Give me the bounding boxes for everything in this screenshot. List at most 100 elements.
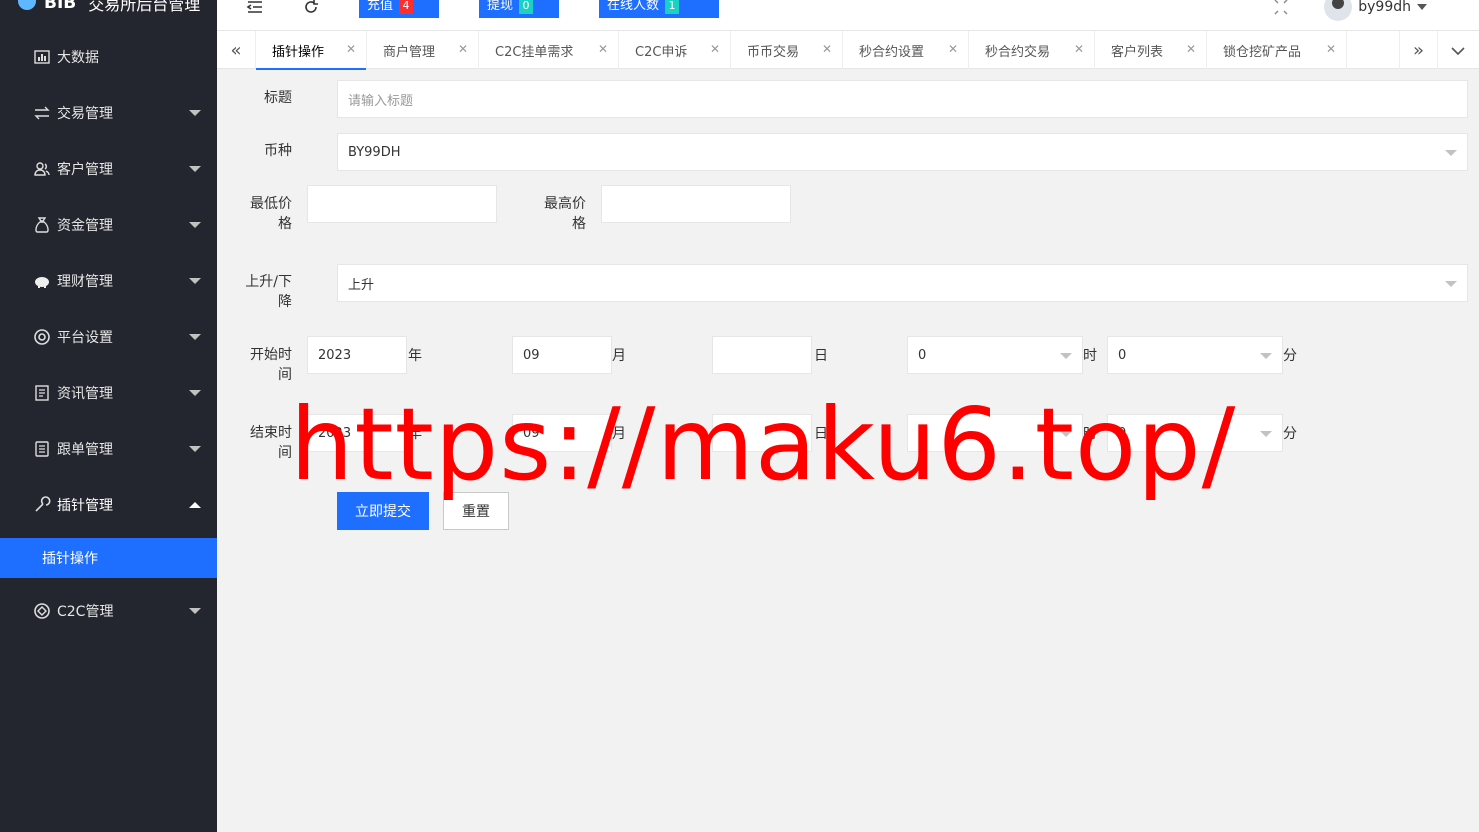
brand-logo: BIB 交易所后台管理	[0, 0, 217, 18]
recharge-button[interactable]: 充值 4	[359, 0, 439, 18]
tab-label: 锁仓挖矿产品	[1223, 44, 1302, 60]
sidebar-item-trade[interactable]: 交易管理	[0, 91, 217, 135]
sidebar-item-wealth[interactable]: 理财管理	[0, 259, 217, 303]
tab-c2c-orders[interactable]: C2C挂单需求 ✕	[479, 31, 619, 69]
online-count-badge: 1	[665, 0, 680, 14]
coin-select[interactable]: BY99DH	[337, 133, 1468, 171]
tab-label: 客户列表	[1111, 44, 1164, 60]
tab-second-contract-settings[interactable]: 秒合约设置 ✕	[843, 31, 969, 69]
close-icon[interactable]: ✕	[1186, 42, 1196, 56]
sidebar-item-news[interactable]: 资讯管理	[0, 371, 217, 415]
chevron-up-icon	[189, 502, 201, 508]
money-bag-icon	[33, 216, 51, 234]
tab-label: 商户管理	[383, 44, 436, 60]
close-icon[interactable]: ✕	[948, 42, 958, 56]
start-time-label: 开始时间	[250, 347, 292, 383]
sidebar-item-label: 资讯管理	[57, 386, 113, 402]
close-icon[interactable]: ✕	[710, 42, 720, 56]
sidebar-item-copy-trade[interactable]: 跟单管理	[0, 427, 217, 471]
close-icon[interactable]: ✕	[346, 42, 356, 56]
tab-label: 秒合约交易	[985, 44, 1051, 60]
user-menu[interactable]: by99dh	[1324, 0, 1427, 21]
start-year-value: 2023	[318, 347, 352, 363]
sidebar-item-label: 理财管理	[57, 274, 113, 290]
close-icon[interactable]: ✕	[1074, 42, 1084, 56]
tab-customer-list[interactable]: 客户列表 ✕	[1095, 31, 1207, 69]
sidebar-item-customers[interactable]: 客户管理	[0, 147, 217, 191]
direction-select[interactable]: 上升	[337, 264, 1468, 302]
tabs-prev-button[interactable]: «	[217, 31, 256, 69]
logo-icon	[18, 0, 36, 10]
start-day-input[interactable]	[712, 336, 812, 374]
tab-c2c-appeal[interactable]: C2C申诉 ✕	[619, 31, 731, 69]
chevron-down-icon	[1060, 353, 1072, 359]
tab-label: 插针操作	[272, 44, 325, 60]
tab-merchant[interactable]: 商户管理 ✕	[367, 31, 479, 69]
sidebar-item-label: 交易管理	[57, 106, 113, 122]
sidebar-item-platform-settings[interactable]: 平台设置	[0, 315, 217, 359]
chevron-down-icon	[189, 166, 201, 172]
sidebar-item-label: 平台设置	[57, 330, 113, 346]
sidebar-item-pin[interactable]: 插针管理	[0, 483, 217, 527]
tab-locked-mining[interactable]: 锁仓挖矿产品 ✕	[1207, 31, 1347, 69]
tab-spot-trade[interactable]: 币币交易 ✕	[731, 31, 843, 69]
tab-label: 秒合约设置	[859, 44, 925, 60]
refresh-icon[interactable]	[301, 0, 321, 16]
day-unit: 日	[814, 348, 828, 364]
recharge-label: 充值	[367, 0, 394, 13]
sidebar-item-big-data[interactable]: 大数据	[0, 35, 217, 79]
avatar	[1324, 0, 1353, 21]
tabs-next-button[interactable]: »	[1399, 31, 1438, 69]
sidebar-item-label: 客户管理	[57, 162, 113, 178]
close-icon[interactable]: ✕	[1326, 42, 1336, 56]
close-icon[interactable]: ✕	[822, 42, 832, 56]
tab-label: 币币交易	[747, 44, 800, 60]
title-input[interactable]: 请输入标题	[337, 80, 1468, 118]
close-icon[interactable]: ✕	[598, 42, 608, 56]
coin-label: 币种	[264, 143, 292, 159]
fullscreen-icon[interactable]	[1271, 0, 1291, 16]
watermark-text: https://maku6.top/	[290, 386, 1237, 503]
tab-second-contract-trade[interactable]: 秒合约交易 ✕	[969, 31, 1095, 69]
chevron-down-icon	[1417, 4, 1427, 10]
withdraw-label: 提现	[487, 0, 514, 13]
double-chevron-right-icon: »	[1412, 39, 1424, 61]
chevron-down-icon	[189, 608, 201, 614]
chevron-down-icon	[1445, 150, 1457, 156]
users-icon	[33, 160, 51, 178]
minute-unit: 分	[1283, 426, 1297, 442]
start-month-value: 09	[523, 347, 540, 363]
tab-pin-operation[interactable]: 插针操作 ✕	[256, 31, 367, 70]
username: by99dh	[1358, 0, 1411, 15]
recharge-count-badge: 4	[399, 0, 414, 14]
sidebar-item-c2c[interactable]: C2C管理	[0, 589, 217, 633]
chevron-down-icon	[189, 222, 201, 228]
sidebar: BIB 交易所后台管理 大数据 交易管理 客户管理 资金管理 理财管理 平台设置…	[0, 0, 217, 832]
minute-unit: 分	[1283, 348, 1297, 364]
online-users-button[interactable]: 在线人数 1	[599, 0, 719, 18]
sidebar-item-funds[interactable]: 资金管理	[0, 203, 217, 247]
min-price-input[interactable]	[307, 185, 497, 223]
chevron-down-icon	[189, 390, 201, 396]
tabs-dropdown-button[interactable]	[1438, 31, 1477, 69]
app-title: 交易所后台管理	[88, 0, 201, 14]
document-icon	[33, 440, 51, 458]
settings-icon	[33, 328, 51, 346]
hour-unit: 时	[1083, 348, 1097, 364]
chevron-down-icon	[1450, 40, 1466, 61]
start-month-input[interactable]: 09	[512, 336, 612, 374]
start-minute-select[interactable]: 0	[1107, 336, 1283, 374]
max-price-input[interactable]	[601, 185, 791, 223]
max-price-label: 最高价格	[544, 196, 586, 232]
close-icon[interactable]: ✕	[458, 42, 468, 56]
start-hour-select[interactable]: 0	[907, 336, 1083, 374]
withdraw-button[interactable]: 提现 0	[479, 0, 559, 18]
start-year-input[interactable]: 2023	[307, 336, 407, 374]
exchange-icon	[33, 104, 51, 122]
sidebar-item-label: C2C管理	[57, 604, 114, 620]
start-hour-value: 0	[918, 347, 927, 363]
menu-toggle-icon[interactable]	[245, 0, 265, 16]
double-chevron-left-icon: «	[230, 39, 242, 61]
sidebar-subitem-pin-operation[interactable]: 插针操作	[0, 538, 217, 578]
month-unit: 月	[612, 348, 626, 364]
